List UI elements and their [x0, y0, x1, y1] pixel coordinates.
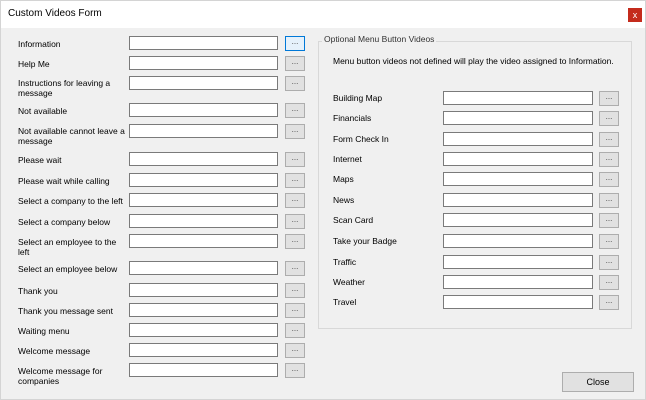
menu-field-1-path-input[interactable]: [443, 111, 593, 125]
field-2-browse-button[interactable]: ...: [285, 76, 305, 91]
menu-field-5-browse-button[interactable]: ...: [599, 193, 619, 208]
field-7-label: Select a company to the left: [18, 196, 123, 206]
menu-field-0-label: Building Map: [333, 93, 383, 103]
menu-field-6-label: Scan Card: [333, 215, 374, 225]
group-title: Optional Menu Button Videos: [322, 34, 437, 44]
field-15-browse-button[interactable]: ...: [285, 363, 305, 378]
menu-field-1-label: Financials: [333, 113, 372, 123]
field-15-path-input[interactable]: [129, 363, 278, 377]
field-11-path-input[interactable]: [129, 283, 278, 297]
field-4-label: Not available cannot leave a message: [18, 126, 125, 146]
field-9-path-input[interactable]: [129, 234, 278, 248]
field-2-path-input[interactable]: [129, 76, 278, 90]
menu-field-8-browse-button[interactable]: ...: [599, 255, 619, 270]
field-8-browse-button[interactable]: ...: [285, 214, 305, 229]
field-6-label: Please wait while calling: [18, 176, 110, 186]
field-12-browse-button[interactable]: ...: [285, 303, 305, 318]
field-4-browse-button[interactable]: ...: [285, 124, 305, 139]
menu-field-9-browse-button[interactable]: ...: [599, 275, 619, 290]
menu-field-10-label: Travel: [333, 297, 357, 307]
field-14-browse-button[interactable]: ...: [285, 343, 305, 358]
menu-field-8-label: Traffic: [333, 257, 357, 267]
field-0-label: Information: [18, 39, 61, 49]
field-1-browse-button[interactable]: ...: [285, 56, 305, 71]
menu-field-6-path-input[interactable]: [443, 213, 593, 227]
field-10-browse-button[interactable]: ...: [285, 261, 305, 276]
field-3-browse-button[interactable]: ...: [285, 103, 305, 118]
field-13-browse-button[interactable]: ...: [285, 323, 305, 338]
menu-field-2-label: Form Check In: [333, 134, 389, 144]
menu-field-4-browse-button[interactable]: ...: [599, 172, 619, 187]
menu-field-3-label: Internet: [333, 154, 362, 164]
field-1-label: Help Me: [18, 59, 50, 69]
field-14-label: Welcome message: [18, 346, 91, 356]
field-1-path-input[interactable]: [129, 56, 278, 70]
field-11-label: Thank you: [18, 286, 58, 296]
field-3-path-input[interactable]: [129, 103, 278, 117]
menu-field-5-path-input[interactable]: [443, 193, 593, 207]
menu-field-9-path-input[interactable]: [443, 275, 593, 289]
field-8-path-input[interactable]: [129, 214, 278, 228]
menu-field-7-path-input[interactable]: [443, 234, 593, 248]
field-9-label: Select an employee to the left: [18, 237, 117, 257]
field-5-label: Please wait: [18, 155, 62, 165]
field-12-label: Thank you message sent: [18, 306, 113, 316]
close-button[interactable]: Close: [562, 372, 634, 392]
field-0-path-input[interactable]: [129, 36, 278, 50]
field-3-label: Not available: [18, 106, 68, 116]
menu-field-0-path-input[interactable]: [443, 91, 593, 105]
menu-field-4-path-input[interactable]: [443, 172, 593, 186]
title-bar: Custom Videos Form x: [1, 1, 645, 28]
field-0-browse-button[interactable]: ...: [285, 36, 305, 51]
menu-field-4-label: Maps: [333, 174, 354, 184]
menu-field-5-label: News: [333, 195, 355, 205]
field-15-label: Welcome message for companies: [18, 366, 103, 386]
menu-field-10-browse-button[interactable]: ...: [599, 295, 619, 310]
menu-field-10-path-input[interactable]: [443, 295, 593, 309]
menu-field-3-path-input[interactable]: [443, 152, 593, 166]
close-icon[interactable]: x: [628, 8, 642, 22]
menu-field-2-path-input[interactable]: [443, 132, 593, 146]
menu-field-6-browse-button[interactable]: ...: [599, 213, 619, 228]
field-6-browse-button[interactable]: ...: [285, 173, 305, 188]
menu-field-3-browse-button[interactable]: ...: [599, 152, 619, 167]
menu-field-2-browse-button[interactable]: ...: [599, 132, 619, 147]
field-8-label: Select a company below: [18, 217, 111, 227]
field-10-label: Select an employee below: [18, 264, 118, 274]
field-13-label: Waiting menu: [18, 326, 70, 336]
field-2-label: Instructions for leaving a message: [18, 78, 111, 98]
field-4-path-input[interactable]: [129, 124, 278, 138]
menu-field-0-browse-button[interactable]: ...: [599, 91, 619, 106]
field-11-browse-button[interactable]: ...: [285, 283, 305, 298]
field-13-path-input[interactable]: [129, 323, 278, 337]
field-10-path-input[interactable]: [129, 261, 278, 275]
field-6-path-input[interactable]: [129, 173, 278, 187]
window-title: Custom Videos Form: [8, 8, 102, 19]
group-note: Menu button videos not defined will play…: [333, 56, 614, 66]
field-5-path-input[interactable]: [129, 152, 278, 166]
field-12-path-input[interactable]: [129, 303, 278, 317]
field-7-browse-button[interactable]: ...: [285, 193, 305, 208]
menu-field-7-browse-button[interactable]: ...: [599, 234, 619, 249]
field-14-path-input[interactable]: [129, 343, 278, 357]
field-5-browse-button[interactable]: ...: [285, 152, 305, 167]
menu-field-1-browse-button[interactable]: ...: [599, 111, 619, 126]
menu-field-7-label: Take your Badge: [333, 236, 397, 246]
menu-field-8-path-input[interactable]: [443, 255, 593, 269]
menu-field-9-label: Weather: [333, 277, 365, 287]
field-9-browse-button[interactable]: ...: [285, 234, 305, 249]
field-7-path-input[interactable]: [129, 193, 278, 207]
